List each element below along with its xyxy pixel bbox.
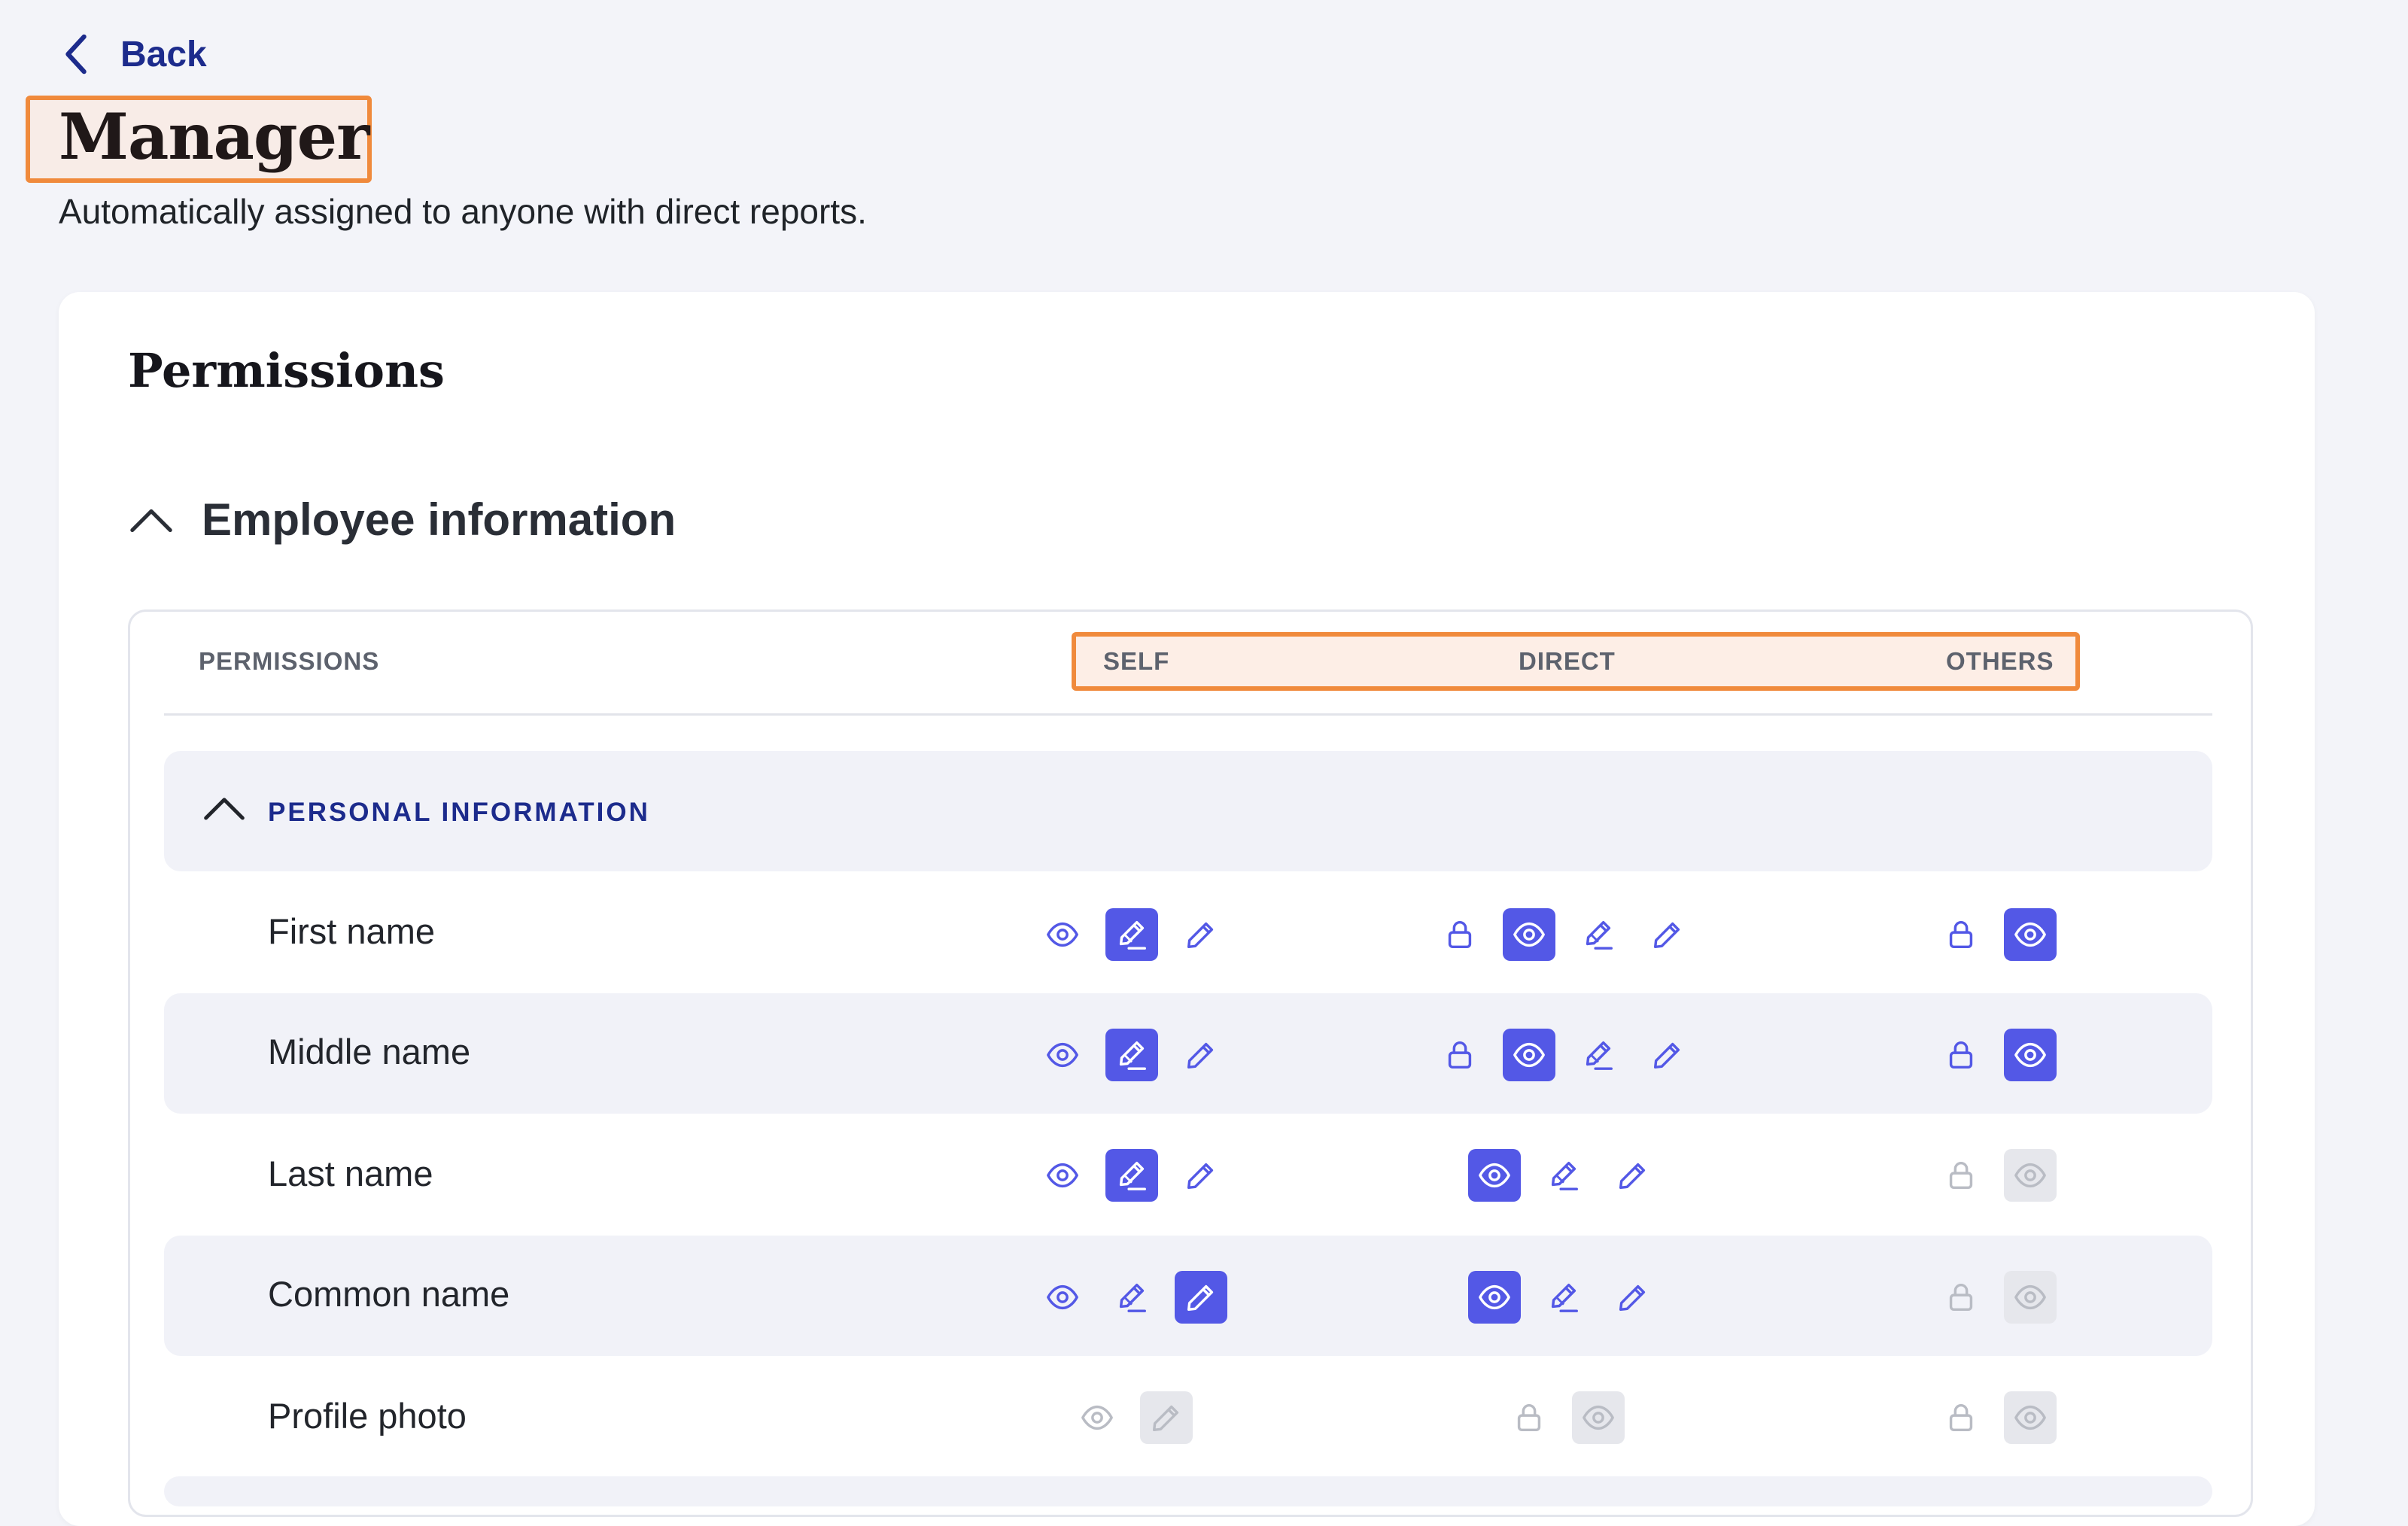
header-divider — [164, 713, 2212, 716]
eye-icon — [2004, 1149, 2057, 1202]
chevron-up-icon — [204, 798, 245, 820]
field-label: Last name — [268, 1154, 433, 1193]
pencil-icon[interactable] — [1607, 1271, 1659, 1324]
pencil-icon[interactable] — [1175, 1029, 1227, 1081]
eye-icon[interactable] — [2004, 908, 2057, 961]
col-header-self: SELF — [1103, 647, 1170, 675]
pencil-icon[interactable] — [1641, 908, 1694, 961]
eye-icon[interactable] — [1036, 908, 1089, 961]
chevron-left-icon — [65, 34, 87, 74]
pencil-icon[interactable] — [1641, 1029, 1694, 1081]
back-link[interactable]: Back — [59, 30, 207, 78]
lock-icon[interactable] — [1935, 1029, 1987, 1081]
edit-request-icon[interactable] — [1105, 1029, 1158, 1081]
table-row — [164, 1476, 2212, 1506]
eye-icon — [1572, 1391, 1625, 1444]
page-title: Manager — [59, 99, 369, 174]
pencil-icon[interactable] — [1175, 908, 1227, 961]
section-toggle[interactable]: Employee information — [128, 494, 676, 546]
field-label: Profile photo — [268, 1396, 467, 1436]
edit-request-icon[interactable] — [1105, 1149, 1158, 1202]
group-label: PERSONAL INFORMATION — [268, 798, 650, 827]
lock-icon — [1503, 1391, 1555, 1444]
lock-icon — [1935, 1391, 1987, 1444]
pencil-icon — [1140, 1391, 1193, 1444]
edit-request-icon[interactable] — [1537, 1149, 1590, 1202]
lock-icon[interactable] — [1434, 1029, 1486, 1081]
lock-icon[interactable] — [1434, 908, 1486, 961]
edit-request-icon[interactable] — [1572, 908, 1625, 961]
page-subtitle: Automatically assigned to anyone with di… — [59, 192, 867, 231]
edit-request-icon[interactable] — [1572, 1029, 1625, 1081]
eye-icon[interactable] — [1036, 1029, 1089, 1081]
eye-icon[interactable] — [1503, 908, 1555, 961]
chevron-up-icon — [130, 509, 172, 532]
lock-icon — [1935, 1149, 1987, 1202]
pencil-icon[interactable] — [1607, 1149, 1659, 1202]
lock-icon[interactable] — [1935, 908, 1987, 961]
eye-icon[interactable] — [1036, 1149, 1089, 1202]
edit-request-icon[interactable] — [1105, 1271, 1158, 1324]
pencil-icon[interactable] — [1175, 1149, 1227, 1202]
edit-request-icon[interactable] — [1537, 1271, 1590, 1324]
eye-icon — [2004, 1271, 2057, 1324]
col-header-direct: DIRECT — [1519, 647, 1616, 675]
eye-icon[interactable] — [1036, 1271, 1089, 1324]
field-label: Middle name — [268, 1032, 471, 1072]
edit-request-icon[interactable] — [1105, 908, 1158, 961]
eye-icon[interactable] — [2004, 1029, 2057, 1081]
field-label: Common name — [268, 1274, 510, 1314]
col-header-others: OTHERS — [1946, 647, 2054, 675]
col-header-permissions: PERMISSIONS — [199, 647, 380, 675]
field-label: First name — [268, 911, 435, 951]
eye-icon — [1071, 1391, 1123, 1444]
back-label: Back — [120, 34, 207, 74]
card-title: Permissions — [128, 343, 445, 398]
eye-icon[interactable] — [1468, 1271, 1521, 1324]
lock-icon — [1935, 1271, 1987, 1324]
eye-icon — [2004, 1391, 2057, 1444]
section-title: Employee information — [202, 494, 676, 545]
eye-icon[interactable] — [1468, 1149, 1521, 1202]
pencil-icon[interactable] — [1175, 1271, 1227, 1324]
eye-icon[interactable] — [1503, 1029, 1555, 1081]
